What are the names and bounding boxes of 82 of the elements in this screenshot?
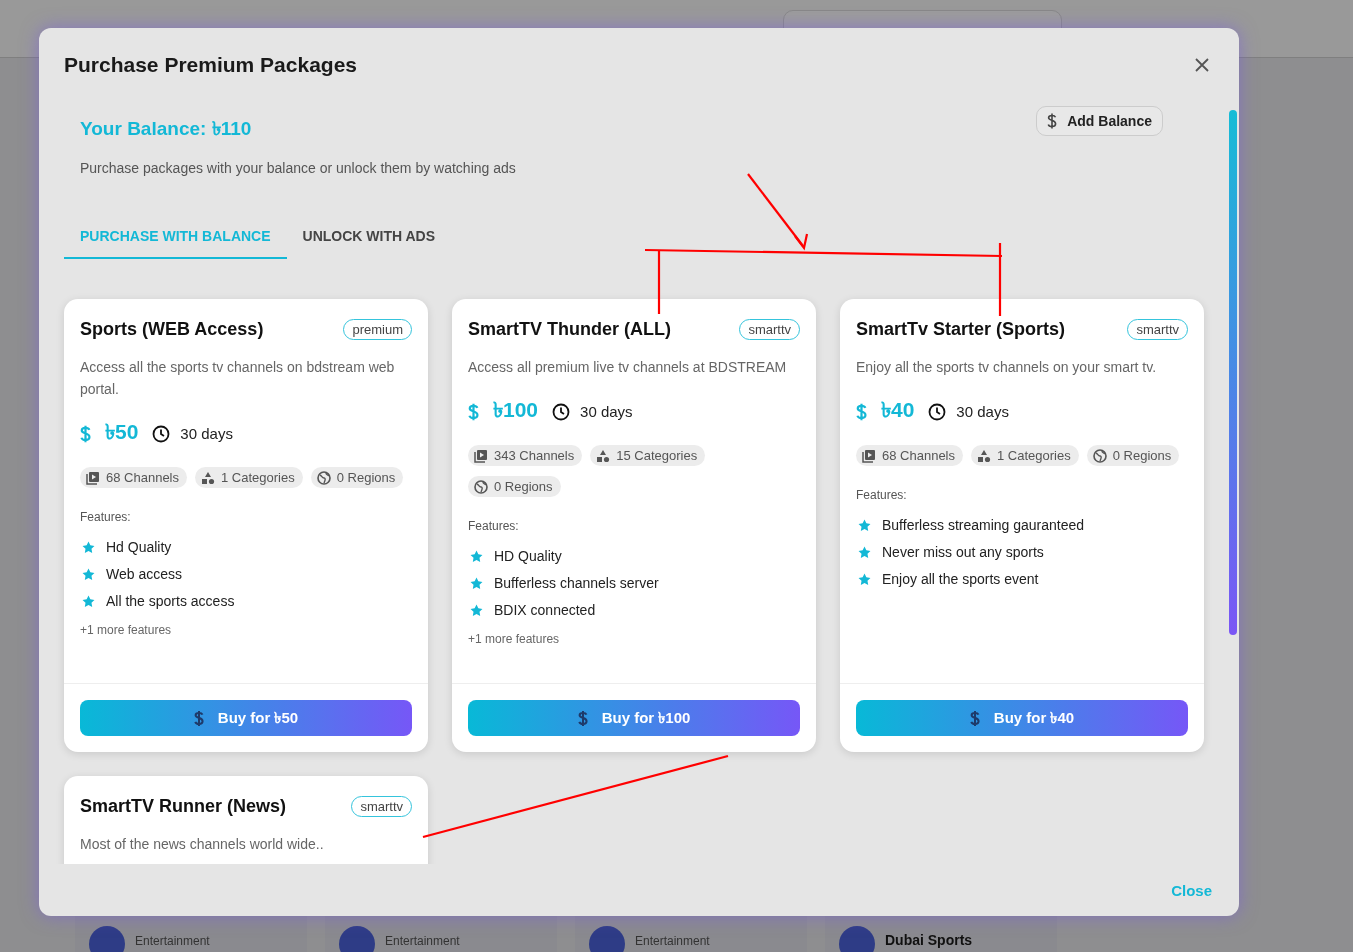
- buy-button[interactable]: Buy for ৳100: [468, 700, 800, 736]
- channels-chip: 68 Channels: [80, 467, 187, 488]
- package-description: Access all the sports tv channels on bdstream web portal.: [80, 358, 396, 399]
- channel-logo-icon: [589, 926, 625, 952]
- dollar-icon: [969, 709, 980, 727]
- package-title: SmartTV Runner (News): [80, 796, 287, 817]
- star-icon: [858, 518, 871, 532]
- feature-text: Web access: [106, 566, 182, 582]
- star-icon: [470, 549, 483, 563]
- scrollbar-thumb[interactable]: [1229, 110, 1237, 635]
- regions-chip: 0 Regions: [1086, 445, 1180, 466]
- regions-chip: 0 Regions: [468, 476, 561, 497]
- globe-icon: [316, 470, 331, 485]
- package-title: SmartTV Thunder (ALL): [468, 319, 671, 340]
- package-description: Enjoy all the sports tv channels on your smart tv.: [856, 358, 1158, 377]
- channel-logo-icon: [89, 926, 125, 952]
- dollar-icon: [468, 402, 479, 421]
- more-features-text: +1 more features: [80, 623, 173, 637]
- package-price: ৳50: [105, 419, 139, 445]
- feature-text: All the sports access: [106, 593, 235, 609]
- package-price: ৳100: [493, 397, 539, 423]
- shapes-icon: [596, 448, 611, 463]
- video-library-icon: [862, 448, 876, 463]
- categories-chip: 1 Categories: [195, 467, 303, 488]
- features-label: Features:: [468, 519, 520, 533]
- feature-text: Never miss out any sports: [882, 544, 1044, 560]
- channel-logo-icon: [839, 926, 875, 952]
- features-label: Features:: [856, 488, 908, 502]
- globe-icon: [1092, 448, 1107, 463]
- package-price: ৳40: [881, 397, 915, 423]
- star-icon: [470, 603, 483, 617]
- channel-label: Entertainment: [135, 934, 210, 948]
- dollar-icon: [577, 709, 588, 727]
- categories-chip: 1 Categories: [971, 445, 1079, 466]
- channels-chip: 343 Channels: [468, 445, 583, 466]
- feature-text: Enjoy all the sports event: [882, 571, 1039, 587]
- clock-icon: [552, 402, 571, 421]
- star-icon: [82, 567, 95, 581]
- dollar-icon: [80, 424, 91, 443]
- dollar-icon: [1047, 113, 1058, 129]
- regions-chip: 0 Regions: [310, 467, 404, 488]
- buy-button[interactable]: Buy for ৳50: [80, 700, 412, 736]
- package-duration: 30 days: [580, 403, 633, 420]
- video-library-icon: [474, 448, 488, 463]
- buy-button[interactable]: Buy for ৳40: [856, 700, 1188, 736]
- balance-label: Your Balance: ৳110: [80, 117, 253, 141]
- package-description: Access all premium live tv channels at BDSTREAM: [468, 358, 788, 377]
- package-description: Most of the news channels world wide..: [80, 835, 325, 854]
- feature-text: HD Quality: [494, 548, 562, 564]
- dialog-title: Purchase Premium Packages: [64, 53, 357, 77]
- shapes-icon: [977, 448, 991, 463]
- package-duration: 30 days: [180, 425, 233, 442]
- dollar-icon: [856, 402, 867, 421]
- tab[interactable]: UNLOCK WITH ADS: [286, 224, 452, 259]
- categories-chip: 15 Categories: [590, 445, 706, 466]
- star-icon: [82, 540, 95, 554]
- add-balance-button[interactable]: Add Balance: [1036, 106, 1163, 136]
- package-duration: 30 days: [956, 403, 1009, 420]
- star-icon: [858, 545, 871, 559]
- clock-icon: [152, 424, 171, 443]
- shapes-icon: [201, 470, 215, 485]
- package-title: Sports (WEB Access): [80, 319, 264, 340]
- feature-text: Bufferless channels server: [494, 575, 659, 591]
- channels-chip: 68 Channels: [856, 445, 963, 466]
- package-title: SmartTv Starter (Sports): [856, 319, 1066, 340]
- feature-text: Bufferless streaming gauranteed: [882, 517, 1085, 533]
- globe-icon: [474, 479, 488, 494]
- channel-label: Entertainment: [385, 934, 460, 948]
- clock-icon: [928, 402, 947, 421]
- features-label: Features:: [80, 510, 132, 524]
- subtitle-text: Purchase packages with your balance or unlock them by watching ads: [80, 160, 516, 176]
- star-icon: [470, 576, 483, 590]
- dollar-icon: [193, 709, 204, 727]
- video-library-icon: [86, 470, 100, 485]
- more-features-text: +1 more features: [468, 632, 561, 646]
- channel-label: Entertainment: [635, 934, 710, 948]
- feature-text: BDIX connected: [494, 602, 596, 618]
- channel-logo-icon: [339, 926, 375, 952]
- feature-text: Hd Quality: [106, 539, 172, 555]
- star-icon: [858, 572, 871, 586]
- star-icon: [82, 594, 95, 608]
- channel-label: Dubai Sports: [885, 932, 973, 948]
